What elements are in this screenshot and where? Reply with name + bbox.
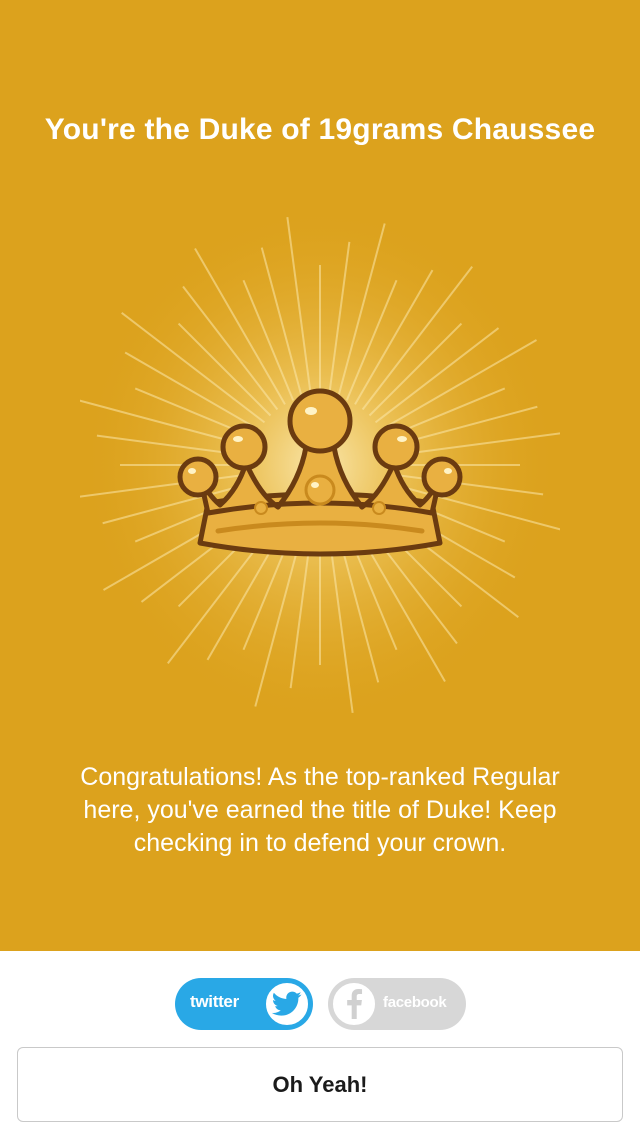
- congratulations-message: Congratulations! As the top-ranked Regul…: [80, 763, 560, 857]
- facebook-label: facebook: [383, 994, 447, 1011]
- achievement-card: You're the Duke of 19grams Chaussee Cong…: [0, 0, 640, 951]
- twitter-bird-icon: [263, 980, 311, 1028]
- crown-icon: [177, 388, 463, 557]
- share-row: twitter facebook: [175, 978, 466, 1030]
- facebook-share-button[interactable]: facebook: [328, 978, 466, 1030]
- twitter-share-button[interactable]: twitter: [175, 978, 313, 1030]
- oh-yeah-button[interactable]: Oh Yeah!: [17, 1047, 623, 1122]
- footer-actions: twitter facebook Oh Yeah!: [0, 951, 640, 1139]
- facebook-f-icon: [330, 980, 378, 1028]
- page-title: You're the Duke of 19grams Chaussee: [44, 113, 596, 146]
- twitter-label: twitter: [190, 992, 239, 1011]
